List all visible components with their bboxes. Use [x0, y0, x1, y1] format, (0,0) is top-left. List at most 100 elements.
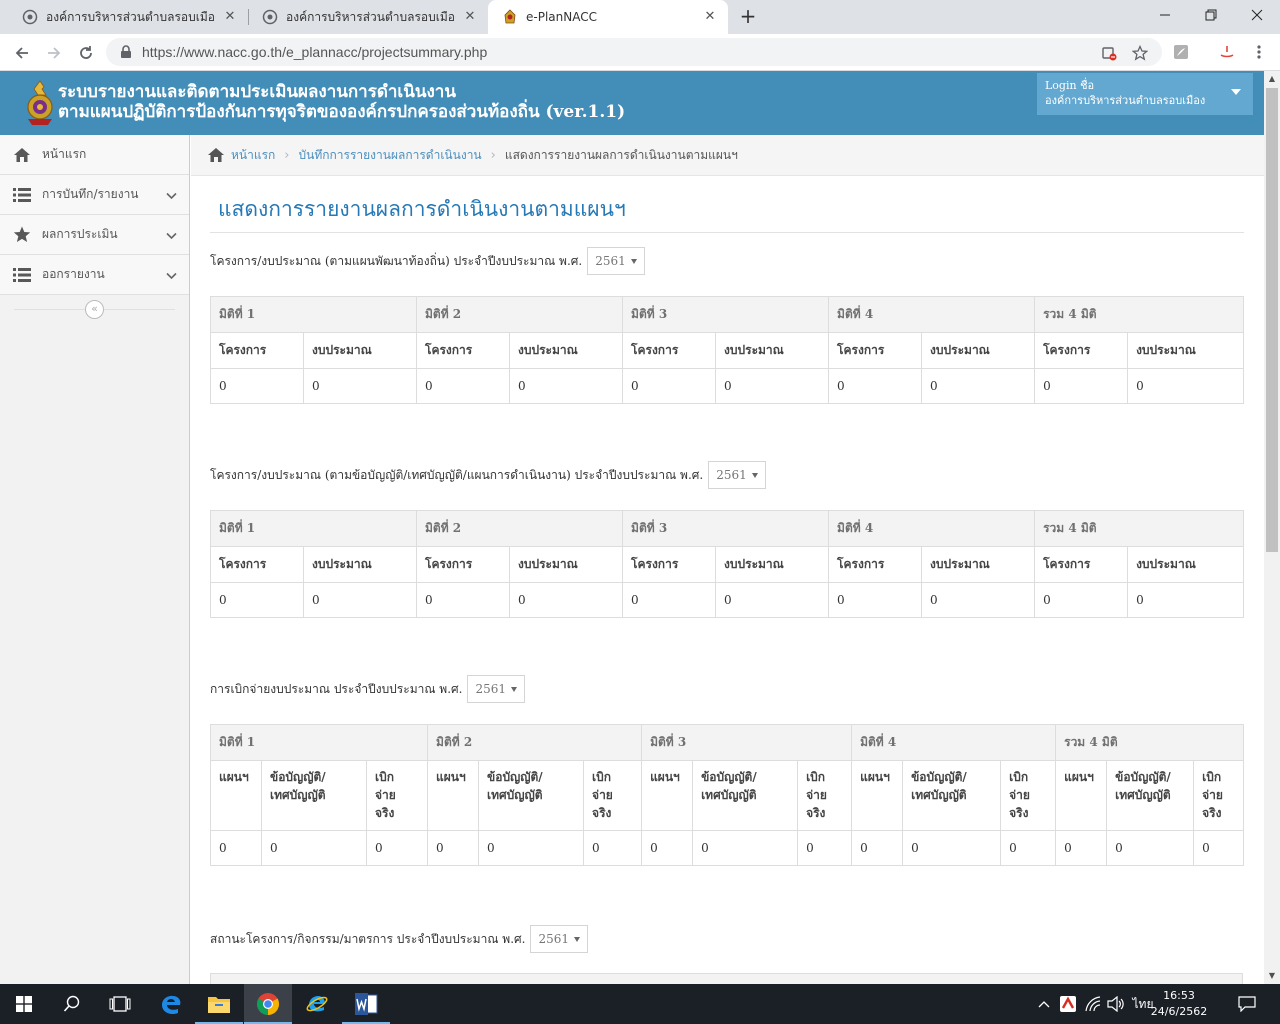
- reload-icon[interactable]: [72, 39, 100, 67]
- antivirus-icon[interactable]: [1056, 984, 1080, 1024]
- word-icon[interactable]: [342, 984, 390, 1024]
- table-cell: 0: [583, 830, 643, 866]
- table-cell: 0: [797, 830, 853, 866]
- sidebar-collapse-button[interactable]: «: [85, 300, 104, 319]
- bookmark-star-icon[interactable]: [1131, 44, 1149, 62]
- sidebar-item-label: ออกรายงาน: [42, 267, 105, 281]
- internet-explorer-icon[interactable]: [293, 984, 341, 1024]
- wifi-icon[interactable]: [1082, 984, 1104, 1024]
- blocked-content-icon[interactable]: [1100, 44, 1118, 62]
- windows-start-icon[interactable]: [0, 984, 48, 1024]
- table-cell: 0: [302, 582, 418, 618]
- breadcrumb-separator-icon: ›: [284, 147, 290, 163]
- caret-down-icon: [574, 937, 581, 942]
- table-cell: 0: [1034, 368, 1129, 404]
- browser-tab-2[interactable]: องค์การบริหารส่วนตำบลรอบเมือง อำเภ ✕: [248, 0, 488, 34]
- column-header: งบประมาณ: [715, 546, 830, 583]
- column-header: งบประมาณ: [302, 546, 418, 583]
- scrollbar-thumb[interactable]: [1266, 88, 1278, 552]
- year-select-3[interactable]: 2561: [467, 675, 526, 703]
- sidebar-item-reports[interactable]: ออกรายงาน: [0, 255, 189, 295]
- sidebar-item-records[interactable]: การบันทึก/รายงาน: [0, 175, 189, 215]
- dimension-header: มิติที่ 3: [622, 510, 830, 547]
- sidebar-item-home[interactable]: หน้าแรก: [0, 135, 189, 175]
- site-title: ระบบรายงานและติดตามประเมินผลงานการดำเนิน…: [58, 82, 625, 122]
- year-select-2[interactable]: 2561: [708, 461, 767, 489]
- globe-icon: [262, 9, 278, 25]
- column-header: งบประมาณ: [715, 332, 830, 369]
- browser-tab-3-active[interactable]: e-PlanNACC ✕: [488, 0, 728, 34]
- column-header: งบประมาณ: [1127, 332, 1245, 369]
- table-cell: 0: [427, 830, 480, 866]
- file-explorer-icon[interactable]: [195, 984, 243, 1024]
- pdf-extension-icon[interactable]: [1172, 43, 1190, 61]
- table-cell: 0: [210, 582, 304, 618]
- page-scrollbar[interactable]: ▲ ▼: [1264, 71, 1280, 984]
- restore-icon[interactable]: [1188, 0, 1234, 30]
- chevron-up-icon[interactable]: [1034, 984, 1054, 1024]
- caret-down-icon: [511, 687, 518, 692]
- year-select-1[interactable]: 2561: [587, 247, 646, 275]
- chevron-down-icon: [166, 269, 177, 283]
- forward-arrow-icon[interactable]: [40, 39, 68, 67]
- column-header: โครงการ: [828, 546, 923, 583]
- user-menu-dropdown[interactable]: Login ชื่อ องค์การบริหารส่วนตำบลรอบเมือง: [1037, 73, 1253, 115]
- new-tab-button[interactable]: +: [736, 5, 760, 29]
- table-subheader-row: แผนฯ ข้อบัญญัติ/เทศบัญญัติ เบิก จ่าย จริง …: [210, 760, 1245, 831]
- login-label: Login ชื่อ: [1045, 79, 1095, 92]
- table-cell: 0: [641, 830, 694, 866]
- table-plan-projects: มิติที่ 1 มิติที่ 2 มิติที่ 3 มิติที่ 4 …: [209, 296, 1245, 404]
- system-clock[interactable]: 16:53 24/6/2562: [1148, 988, 1210, 1020]
- column-header-actual: เบิก จ่าย จริง: [365, 760, 429, 831]
- dimension-header: มิติที่ 3: [622, 296, 830, 333]
- column-header-plan: แผนฯ: [1055, 760, 1108, 831]
- section-2-header: โครงการ/งบประมาณ (ตามข้อบัญญัติ/เทศบัญญั…: [210, 461, 767, 489]
- section-2-label: โครงการ/งบประมาณ (ตามข้อบัญญัติ/เทศบัญญั…: [210, 467, 704, 482]
- table-cell: 0: [478, 830, 585, 866]
- column-header: งบประมาณ: [509, 546, 624, 583]
- table-cell: 0: [715, 582, 830, 618]
- column-header-ordinance: ข้อบัญญัติ/เทศบัญญัติ: [902, 760, 1002, 831]
- acrobat-extension-icon[interactable]: [1218, 43, 1236, 61]
- table-cell: 0: [921, 368, 1036, 404]
- edge-icon[interactable]: [147, 984, 195, 1024]
- nacc-emblem-icon: [502, 9, 518, 25]
- table-header-row: มิติที่ 1 มิติที่ 2 มิติที่ 3 มิติที่ 4 …: [209, 724, 1245, 761]
- back-arrow-icon[interactable]: [8, 39, 36, 67]
- notification-icon[interactable]: [1232, 984, 1262, 1024]
- dimension-header: มิติที่ 2: [416, 296, 624, 333]
- divider: [210, 232, 1244, 233]
- home-icon[interactable]: [207, 147, 225, 163]
- close-tab-icon[interactable]: ✕: [702, 9, 718, 25]
- table-cell: 0: [622, 582, 717, 618]
- year-select-value: 2561: [716, 468, 747, 482]
- volume-icon[interactable]: [1104, 984, 1128, 1024]
- table-budget-projects: มิติที่ 1 มิติที่ 2 มิติที่ 3 มิติที่ 4 …: [209, 510, 1245, 618]
- task-view-icon[interactable]: [96, 984, 144, 1024]
- close-tab-icon[interactable]: ✕: [222, 9, 238, 25]
- sidebar-item-label: หน้าแรก: [42, 147, 87, 161]
- table-cell: 0: [302, 368, 418, 404]
- breadcrumb-records-link[interactable]: บันทึกการรายงานผลการดำเนินงาน: [299, 146, 482, 165]
- table-cell: 0: [851, 830, 904, 866]
- minimize-icon[interactable]: [1142, 0, 1188, 30]
- search-icon[interactable]: [48, 984, 96, 1024]
- breadcrumb-home-link[interactable]: หน้าแรก: [231, 146, 275, 165]
- scroll-down-icon[interactable]: ▼: [1264, 968, 1280, 984]
- table-cell: 0: [509, 582, 624, 618]
- globe-icon: [22, 9, 38, 25]
- menu-kebab-icon[interactable]: [1250, 43, 1268, 61]
- close-window-icon[interactable]: [1234, 0, 1280, 30]
- scroll-up-icon[interactable]: ▲: [1264, 71, 1280, 87]
- close-tab-icon[interactable]: ✕: [462, 9, 478, 25]
- year-select-4[interactable]: 2561: [530, 925, 589, 953]
- sidebar-item-evaluation[interactable]: ผลการประเมิน: [0, 215, 189, 255]
- main-content: แสดงการรายงานผลการดำเนินงานตามแผนฯ โครงก…: [191, 176, 1264, 984]
- page-title: แสดงการรายงานผลการดำเนินงานตามแผนฯ: [218, 197, 626, 221]
- tab-title: องค์การบริหารส่วนตำบลรอบเมือง อำเภ: [286, 9, 456, 24]
- chrome-icon[interactable]: [244, 984, 292, 1024]
- address-bar[interactable]: https://www.nacc.go.th/e_plannacc/projec…: [106, 38, 1162, 66]
- star-icon: [12, 226, 32, 244]
- table-cell: 0: [692, 830, 799, 866]
- browser-tab-1[interactable]: องค์การบริหารส่วนตำบลรอบเมือง อำเภ ✕: [8, 0, 248, 34]
